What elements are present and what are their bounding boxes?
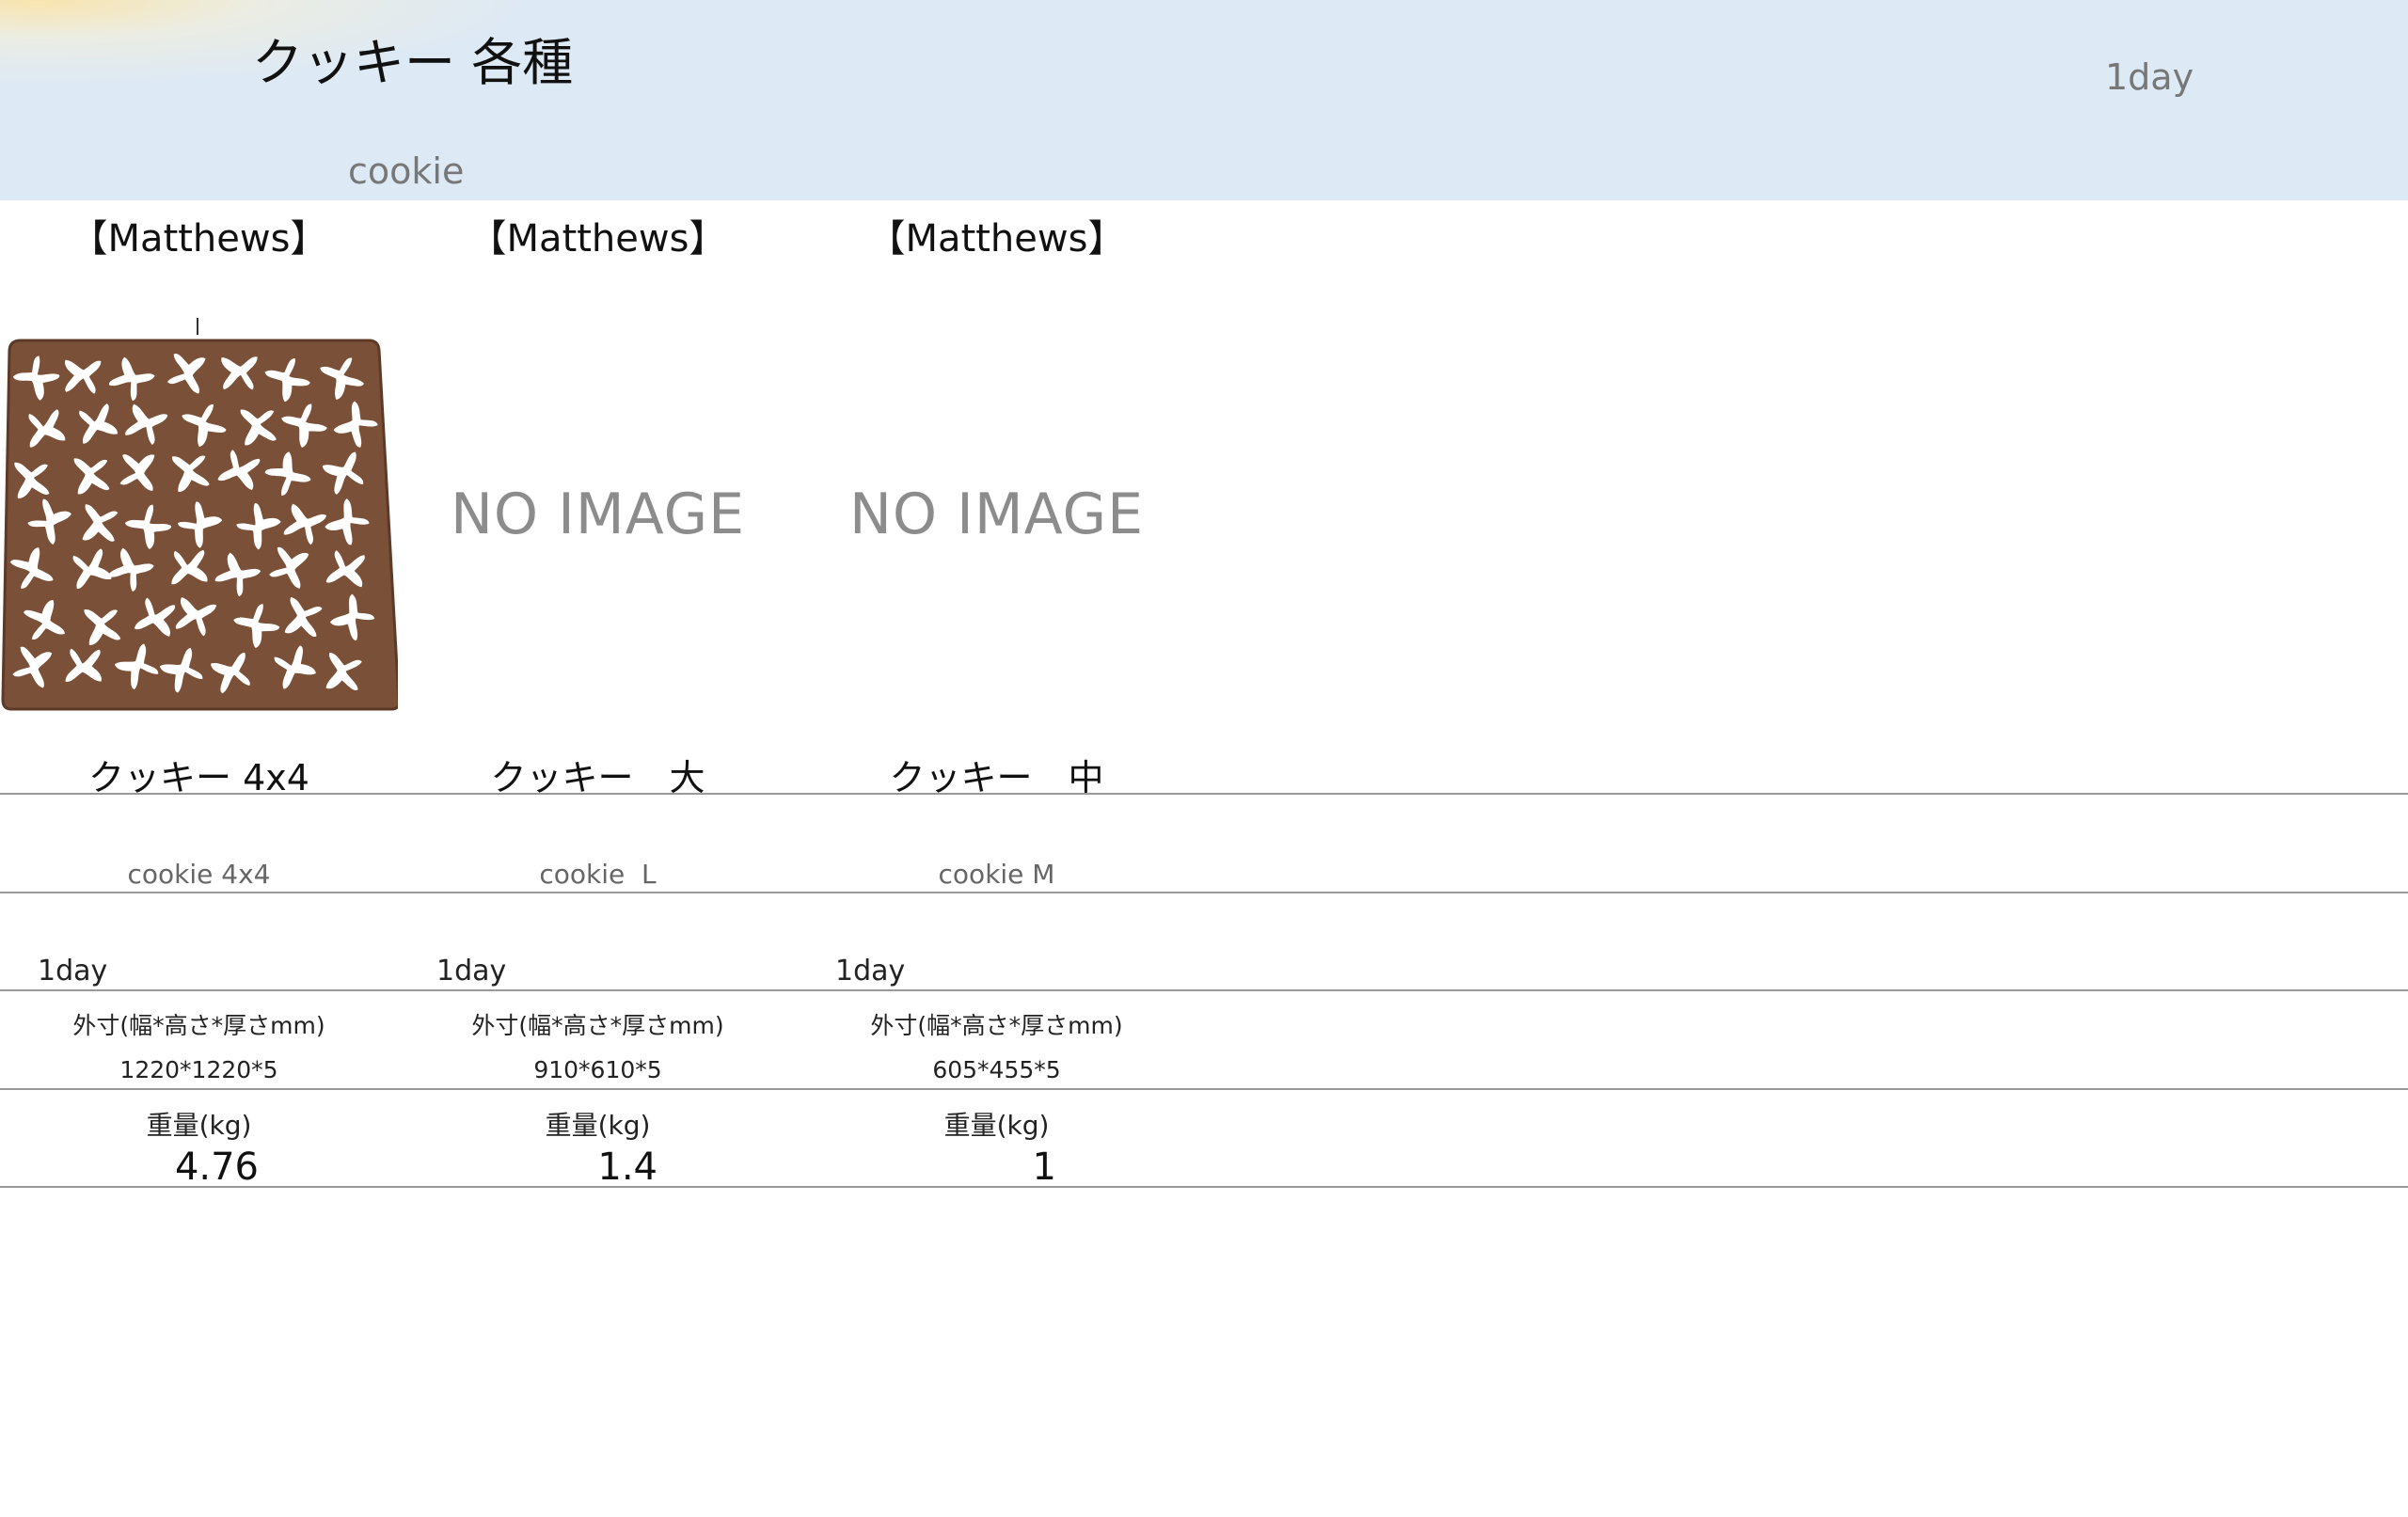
product-lead-time: 1day (436, 955, 507, 988)
weight-value: 1 (1032, 1146, 1056, 1189)
weight-label: 重量(kg) (943, 1110, 1050, 1141)
weight-value: 1.4 (597, 1146, 657, 1189)
weight-value: 4.76 (174, 1146, 259, 1189)
weight-label: 重量(kg) (545, 1110, 651, 1141)
product-card-cookie-m: 【Matthews】 NO IMAGE クッキー 中 cookie M 1day… (798, 200, 1196, 1189)
product-name-en: cookie L (539, 859, 657, 890)
row-divider (0, 793, 2408, 795)
row-divider (0, 1088, 2408, 1090)
product-lead-time: 1day (38, 955, 108, 988)
header-lead-time: 1day (2105, 56, 2194, 98)
page-header: クッキー 各種 cookie 1day (0, 0, 2408, 200)
no-image-placeholder: NO IMAGE (848, 482, 1145, 547)
product-photo[interactable] (0, 318, 401, 713)
row-divider (0, 989, 2408, 991)
dimension-label: 外寸(幅*高さ*厚さmm) (870, 1012, 1123, 1039)
brand-label: 【Matthews】 (468, 217, 727, 261)
dimension-value: 1220*1220*5 (119, 1056, 278, 1083)
row-divider (0, 1186, 2408, 1188)
product-card-cookie-l: 【Matthews】 NO IMAGE クッキー 大 cookie L 1day… (399, 200, 797, 1189)
dimension-value: 910*610*5 (533, 1056, 662, 1083)
dimension-value: 605*455*5 (932, 1056, 1061, 1083)
page-subtitle: cookie (348, 150, 465, 192)
product-lead-time: 1day (835, 955, 906, 988)
dimension-label: 外寸(幅*高さ*厚さmm) (471, 1012, 724, 1039)
brand-label: 【Matthews】 (867, 217, 1126, 261)
no-image-placeholder: NO IMAGE (450, 482, 746, 547)
weight-label: 重量(kg) (146, 1110, 252, 1141)
brand-label: 【Matthews】 (70, 217, 328, 261)
product-name-en: cookie M (938, 859, 1055, 890)
product-card-cookie-4x4: 【Matthews】 クッキー 4x4 cookie 4x4 1day 外寸(幅… (0, 200, 401, 1189)
cookie-panel-image (1, 318, 401, 711)
dimension-label: 外寸(幅*高さ*厚さmm) (72, 1012, 325, 1039)
row-divider (0, 892, 2408, 893)
product-name-en: cookie 4x4 (127, 859, 271, 890)
page-title: クッキー 各種 (252, 33, 574, 92)
